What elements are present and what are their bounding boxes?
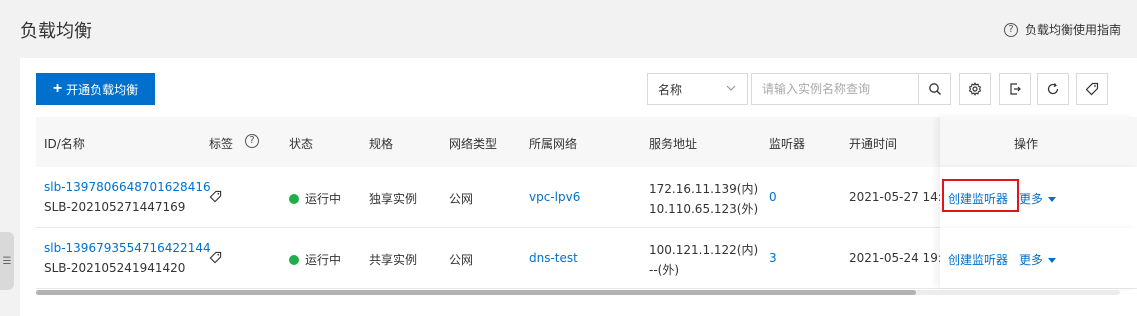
create-listener-link[interactable]: 创建监听器 [948,251,1008,268]
instance-name: SLB-202105241941420 [44,261,186,275]
tag-filter-button[interactable] [1076,73,1108,105]
internal-address: 100.121.1.122(内) [649,243,759,257]
sidebar-toggle[interactable]: ☰ [0,232,14,290]
filter-field-select[interactable]: 名称 [647,73,748,105]
row-actions: 创建监听器 更多 [940,228,1137,288]
vpc-link[interactable]: vpc-lpv6 [529,190,580,204]
column-header-tag: 标签 [209,137,234,151]
column-header-created: 开通时间 [849,137,898,151]
status-badge: 运行中 [289,190,341,207]
page-title: 负载均衡 [20,21,92,42]
question-circle-icon[interactable]: ? [245,134,259,148]
gear-icon [968,82,982,96]
column-header-status: 状态 [289,137,314,151]
status-running-dot [289,194,299,204]
status-badge: 运行中 [289,251,341,268]
create-load-balancer-label: 开通负载均衡 [66,82,139,97]
edit-tag-button[interactable] [209,190,222,206]
vpc-link[interactable]: dns-test [529,251,578,265]
export-icon [1010,83,1021,95]
column-header-address: 服务地址 [649,137,698,151]
menu-collapse-icon: ☰ [2,255,12,267]
search-input[interactable] [752,74,918,104]
external-address: 10.110.65.123(外) [649,202,759,216]
create-load-balancer-button[interactable]: + 开通负载均衡 [36,73,155,105]
row-actions: 创建监听器 更多 [940,167,1137,228]
more-actions-dropdown[interactable]: 更多 [1019,251,1057,268]
instance-id-link[interactable]: slb-1397806648701628416 [44,180,211,194]
usage-guide-link[interactable]: ? 负载均衡使用指南 [1003,21,1121,38]
column-header-id: ID/名称 [44,137,85,151]
more-actions-label: 更多 [1019,192,1044,206]
horizontal-scrollbar[interactable] [36,290,1120,295]
instance-id-link[interactable]: slb-1396793554716422144 [44,241,211,255]
more-actions-label: 更多 [1019,253,1044,267]
scrollbar-thumb[interactable] [36,290,916,295]
column-header-network-type: 网络类型 [449,137,498,151]
caret-down-icon [1048,197,1057,202]
instance-name: SLB-202105271447169 [44,200,186,214]
refresh-icon [1047,83,1059,95]
listener-count-link[interactable]: 0 [769,190,777,204]
tag-icon [1085,82,1099,96]
instance-list-card: + 开通负载均衡 名称 请输入实例名称查询 ID/名称 标签 ? 状态 规格 网… [20,58,1137,316]
table-row: slb-1396793554716422144 SLB-202105241941… [36,228,1137,289]
listener-count-link[interactable]: 3 [769,251,777,265]
tag-icon [209,251,222,264]
network-type: 公网 [449,253,474,267]
usage-guide-label: 负载均衡使用指南 [1024,23,1121,37]
search-icon [928,83,941,95]
plus-icon: + [52,80,63,97]
filter-field-value: 名称 [658,82,683,97]
settings-button[interactable] [959,73,991,105]
search-button[interactable] [918,74,950,104]
refresh-button[interactable] [1037,73,1069,105]
network-type: 公网 [449,192,474,206]
status-running-dot [289,255,299,265]
table-row: slb-1397806648701628416 SLB-202105271447… [36,167,1137,228]
column-header-ops: 操作 [1014,137,1039,151]
search-box [751,73,951,105]
status-text: 运行中 [305,192,342,206]
chevron-down-icon [725,82,737,97]
status-text: 运行中 [305,253,342,267]
column-header-listeners: 监听器 [769,137,806,151]
column-header-spec: 规格 [369,137,394,151]
instance-spec: 共享实例 [369,253,418,267]
external-address: --(外) [649,263,680,277]
internal-address: 172.16.11.139(内) [649,182,759,196]
column-header-vpc: 所属网络 [529,137,578,151]
caret-down-icon [1048,258,1057,263]
question-circle-icon: ? [1003,22,1018,37]
export-button[interactable] [999,73,1031,105]
ops-column-header: 操作 [940,117,1137,167]
instance-spec: 独享实例 [369,192,418,206]
tag-icon [209,190,222,203]
highlight-box [942,179,1019,212]
more-actions-dropdown[interactable]: 更多 [1019,190,1057,207]
edit-tag-button[interactable] [209,251,222,267]
page-header: 负载均衡 ? 负载均衡使用指南 [0,0,1137,58]
